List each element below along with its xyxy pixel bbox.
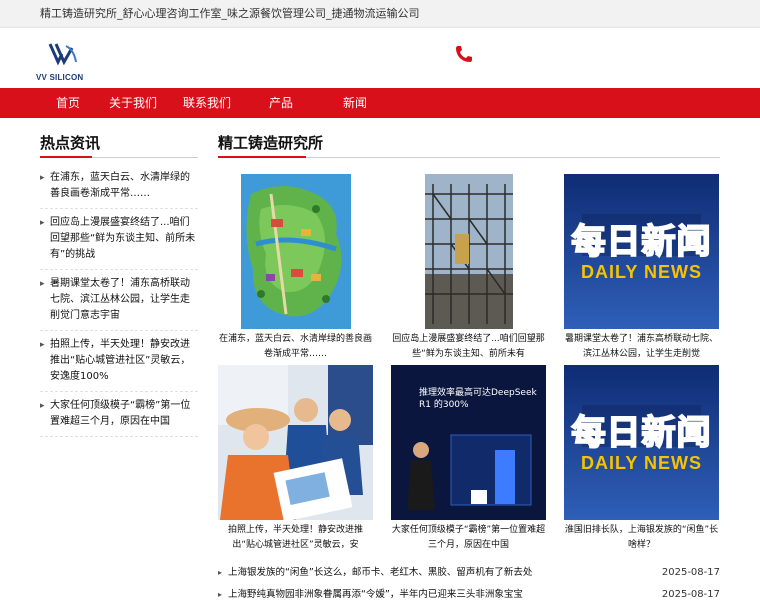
nav-item-contact[interactable]: 联系我们: [170, 88, 244, 118]
map-illustration-thumbnail[interactable]: [240, 174, 351, 329]
presentation-photo-thumbnail[interactable]: 推理效率最高可达DeepSeek R1 的300%: [391, 365, 546, 520]
nav-item-about[interactable]: 关于我们: [96, 88, 170, 118]
news-card[interactable]: 推理效率最高可达DeepSeek R1 的300% 大家任何顶级模子“霸榜”第一…: [391, 365, 546, 556]
phone-icon[interactable]: [454, 44, 474, 64]
scaffold-photo-thumbnail[interactable]: [424, 174, 513, 329]
top-bar-links[interactable]: 精工铸造研究所_舒心心理咨询工作室_味之源餐饮管理公司_捷通物流运输公司: [40, 0, 720, 28]
news-date: 2025-08-17: [661, 567, 720, 578]
logo-mark-icon: [48, 43, 77, 66]
card-caption[interactable]: 暑期课堂太卷了！浦东高桥联动七院、滨江丛林公园，让学生走削觉: [564, 332, 719, 362]
news-title[interactable]: 上海银发族的“闲鱼”长这么，邮币卡、老红木、黑胶、留声机有了新去处: [228, 562, 532, 584]
top-bar: 精工铸造研究所_舒心心理咨询工作室_味之源餐饮管理公司_捷通物流运输公司: [0, 0, 760, 28]
news-card[interactable]: 每日新闻 DAILY NEWS 淮国旧排长队，上海银发族的“闲鱼”长啥样？: [564, 365, 719, 556]
main-area: 热点资讯 在浦东，蓝天白云、水清岸绿的善良画卷渐成平常…… 回应岛上漫展盛宴终结…: [40, 118, 720, 600]
card-grid: 在浦东，蓝天白云、水清岸绿的善良画卷渐成平常…… 回应岛上漫展盛宴终结了...咱…: [218, 174, 720, 556]
news-card[interactable]: 拍照上传，半天处理！静安改进推出“贴心城管进社区”灵敏云，安: [218, 365, 373, 556]
sidebar: 热点资讯 在浦东，蓝天白云、水清岸绿的善良画卷渐成平常…… 回应岛上漫展盛宴终结…: [40, 132, 198, 600]
sidebar-list: 在浦东，蓝天白云、水清岸绿的善良画卷渐成平常…… 回应岛上漫展盛宴终结了...咱…: [40, 164, 198, 437]
nav-item-news[interactable]: 新闻: [318, 88, 392, 118]
nav-item-products[interactable]: 产品: [244, 88, 318, 118]
sidebar-item[interactable]: 在浦东，蓝天白云、水清岸绿的善良画卷渐成平常……: [40, 164, 198, 209]
sidebar-item[interactable]: 拍照上传，半天处理！静安改进推出“贴心城管进社区”灵敏云，安逸度100%: [40, 331, 198, 392]
daily-news-en: DAILY NEWS: [580, 453, 703, 473]
news-list: 上海银发族的“闲鱼”长这么，邮币卡、老红木、黑胶、留声机有了新去处 2025-0…: [218, 562, 720, 600]
nav-item-home[interactable]: 首页: [40, 88, 96, 118]
news-date: 2025-08-17: [661, 589, 720, 600]
news-row[interactable]: 上海野纯真物园非洲象眷属再添“令嫒”，半年内已迎来三头非洲象宝宝 2025-08…: [218, 584, 720, 600]
daily-news-thumbnail[interactable]: 每日新闻 DAILY NEWS: [564, 174, 719, 329]
section-title: 精工铸造研究所: [218, 132, 720, 158]
news-card[interactable]: 每日新闻 DAILY NEWS 暑期课堂太卷了！浦东高桥联动七院、滨江丛林公园，…: [564, 174, 719, 365]
sidebar-item[interactable]: 暑期课堂太卷了！浦东高桥联动七院、滨江丛林公园，让学生走削觉门意志宇宙: [40, 270, 198, 331]
card-caption[interactable]: 拍照上传，半天处理！静安改进推出“贴心城管进社区”灵敏云，安: [218, 523, 373, 553]
daily-news-cn: 每日新闻: [571, 221, 712, 263]
card-caption[interactable]: 在浦东，蓝天白云、水清岸绿的善良画卷渐成平常……: [218, 332, 373, 362]
sidebar-item[interactable]: 回应岛上漫展盛宴终结了...咱们回望那些“鲜为东谈主知、前所未有”的挑战: [40, 209, 198, 270]
card-caption[interactable]: 回应岛上漫展盛宴终结了...咱们回望那些“鲜为东谈主知、前所未有: [391, 332, 546, 362]
daily-news-cn: 每日新闻: [571, 412, 712, 454]
card-caption[interactable]: 淮国旧排长队，上海银发族的“闲鱼”长啥样？: [564, 523, 719, 553]
news-title[interactable]: 上海野纯真物园非洲象眷属再添“令嫒”，半年内已迎来三头非洲象宝宝: [228, 584, 523, 600]
news-row[interactable]: 上海银发族的“闲鱼”长这么，邮币卡、老红木、黑胶、留声机有了新去处 2025-0…: [218, 562, 720, 584]
site-logo[interactable]: VV SILICON: [36, 40, 84, 82]
site-header: VV SILICON: [36, 28, 720, 88]
main-nav: 首页 关于我们 联系我们 产品 新闻: [0, 88, 760, 118]
daily-news-thumbnail[interactable]: 每日新闻 DAILY NEWS: [564, 365, 719, 520]
logo-text: VV SILICON: [36, 73, 84, 82]
sidebar-item[interactable]: 大家任何顶级模子“霸榜”第一位置难超三个月，原因在中国: [40, 392, 198, 437]
community-photo-thumbnail[interactable]: [218, 365, 373, 520]
content: 精工铸造研究所 在浦东，蓝天白云、水清岸绿的善良画卷渐成平常…… 回应岛上漫展盛…: [218, 132, 720, 600]
sidebar-title: 热点资讯: [40, 132, 198, 158]
slide-title: 推理效率最高可达DeepSeek R1 的300%: [419, 388, 537, 410]
daily-news-en: DAILY NEWS: [580, 262, 703, 282]
news-card[interactable]: 在浦东，蓝天白云、水清岸绿的善良画卷渐成平常……: [218, 174, 373, 365]
card-caption[interactable]: 大家任何顶级模子“霸榜”第一位置难超三个月，原因在中国: [391, 523, 546, 553]
news-card[interactable]: 回应岛上漫展盛宴终结了...咱们回望那些“鲜为东谈主知、前所未有: [391, 174, 546, 365]
